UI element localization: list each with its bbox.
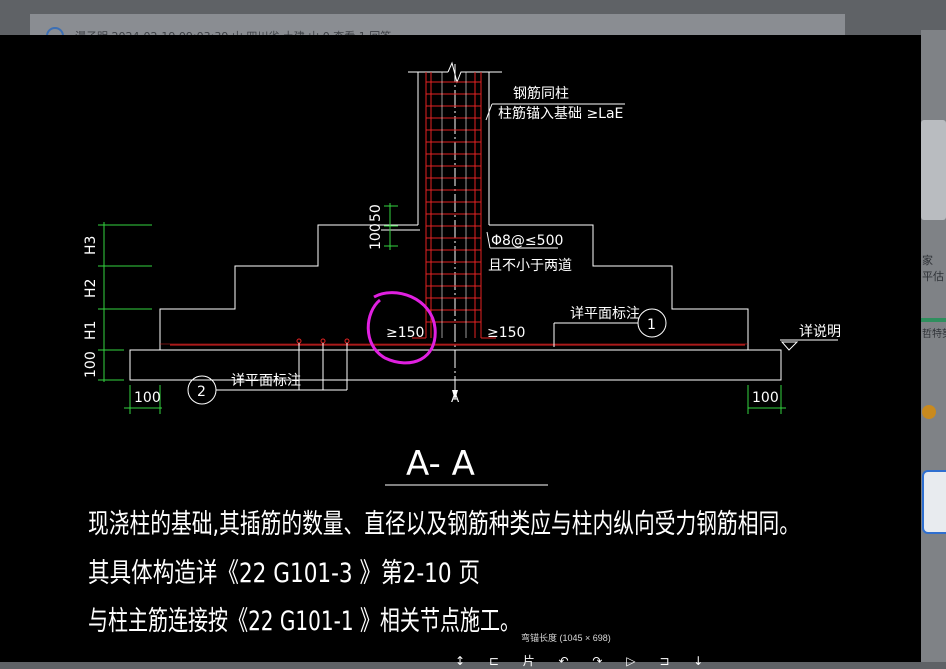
sidebar-accent-bar (921, 318, 946, 322)
sidebar-label-expert: 家 (922, 254, 933, 267)
sidebar-label-assess: 平估 (922, 270, 944, 283)
column-note-2: 柱筋锚入基础 ≥LaE (498, 105, 623, 122)
plan-note-left: 详平面标注 (231, 373, 301, 389)
note-line-1: 现浇柱的基础,其插筋的数量、直径以及钢筋种类应与柱内纵向受力钢筋相同。 (88, 509, 800, 540)
dim-100: 100 (368, 223, 384, 250)
sidebar-label-support: 哲特努 (922, 329, 946, 340)
sidebar-card (921, 120, 946, 220)
stirrup-note: 且不小于两道 (488, 258, 572, 274)
dim-50: 50 (368, 204, 384, 222)
marker-1-label: 1 (647, 317, 656, 333)
image-viewer[interactable]: 钢筋同柱 柱筋锚入基础 ≥LaE Φ8@≤500 且不小于两道 ≥150 ≥15… (0, 35, 921, 662)
label-h100: 100 (83, 351, 99, 378)
section-title: A- A (406, 444, 475, 484)
left-150: ≥150 (386, 325, 424, 341)
plan-note-right: 详平面标注 (570, 306, 640, 322)
label-h3: H3 (83, 236, 99, 255)
note-line-3: 与柱主筋连接按《22 G101-1 》相关节点施工。 (88, 606, 520, 637)
label-h2: H2 (83, 279, 99, 298)
bottom-left-100: 100 (134, 390, 161, 406)
note-line-2: 其具体构造详《22 G101-3 》第2-10 页 (88, 558, 480, 589)
image-size-tooltip: 弯锚长度 (1045 × 698) (521, 633, 611, 643)
stirrup-spec: Φ8@≤500 (491, 233, 563, 249)
column-note-1: 钢筋同柱 (513, 85, 569, 102)
bottom-right-100: 100 (752, 390, 779, 406)
right-150: ≥150 (487, 325, 525, 341)
viewer-toolbar[interactable]: ↕ ⊏ 片 ↶ ↷ ▷ ⊐ ↓ (455, 652, 713, 669)
marker-2-label: 2 (197, 384, 206, 400)
axis-label: A (451, 391, 460, 405)
level-note: 详说明 (799, 324, 841, 340)
sidebar-badge-icon (922, 405, 936, 419)
foundation-section-drawing: 钢筋同柱 柱筋锚入基础 ≥LaE Φ8@≤500 且不小于两道 ≥150 ≥15… (83, 61, 841, 637)
label-h1: H1 (83, 321, 99, 340)
sidebar-button[interactable] (922, 470, 946, 534)
